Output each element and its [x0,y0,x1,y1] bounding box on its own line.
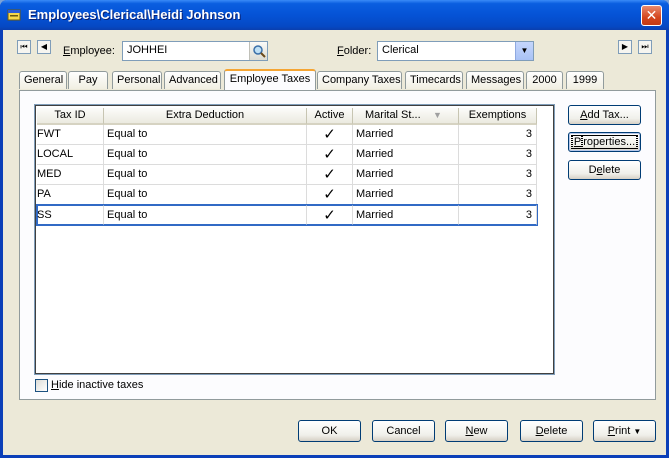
delete-tax-button[interactable]: Delete [568,160,641,180]
properties-button[interactable]: Properties... [568,132,641,152]
new-button[interactable]: New [445,420,508,442]
app-icon [7,9,21,21]
next-record-button[interactable]: ▶ [618,40,632,54]
cell-marital-status[interactable]: Married [353,205,459,225]
employee-taxes-grid[interactable]: Tax ID Extra Deduction Active Marital St… [34,104,555,375]
delete-button[interactable]: Delete [520,420,583,442]
checkmark-icon[interactable]: ✓ [307,205,353,225]
tab-timecards[interactable]: Timecards [405,71,463,89]
employee-lookup-button[interactable] [249,42,267,60]
cell-extra-deduction[interactable]: Equal to [104,165,307,185]
previous-icon: ◀ [40,42,48,51]
folder-select[interactable]: Clerical [377,41,534,61]
tab-1999[interactable]: 1999 [566,71,604,89]
cell-exemptions[interactable]: 3 [459,185,537,205]
cell-extra-deduction[interactable]: Equal to [104,205,307,225]
title-bar[interactable]: Employees\Clerical\Heidi Johnson ✕ [0,0,669,30]
checkmark-icon[interactable]: ✓ [307,165,353,185]
column-header-marital-status[interactable]: Marital St... ▼ [353,108,459,125]
tab-personal[interactable]: Personal [112,71,162,89]
cell-exemptions[interactable]: 3 [459,165,537,185]
last-record-button[interactable]: ⏭ [638,40,652,54]
employee-input[interactable]: JOHHEI [122,41,268,61]
cell-exemptions[interactable]: 3 [459,145,537,165]
tab-pay[interactable]: Pay [68,71,108,89]
print-button[interactable]: Print ▼ [593,420,656,442]
table-row-selected[interactable]: SS Equal to ✓ Married 3 [36,204,538,226]
cell-exemptions[interactable]: 3 [459,125,537,145]
cell-tax-id: FWT [37,125,104,145]
table-row[interactable]: LOCAL Equal to ✓ Married 3 [37,145,537,165]
close-button[interactable]: ✕ [641,5,662,26]
cell-extra-deduction[interactable]: Equal to [104,185,307,205]
tab-messages[interactable]: Messages [466,71,524,89]
cell-extra-deduction[interactable]: Equal to [104,125,307,145]
column-header-exemptions[interactable]: Exemptions [459,108,537,125]
table-row[interactable]: FWT Equal to ✓ Married 3 [37,125,537,145]
cell-tax-id: MED [37,165,104,185]
employee-label: Employee: [63,45,115,57]
table-row[interactable]: MED Equal to ✓ Married 3 [37,165,537,185]
checkmark-icon[interactable]: ✓ [307,185,353,205]
column-header-tax-id[interactable]: Tax ID [37,108,104,125]
magnifier-icon [253,45,266,58]
tab-2000[interactable]: 2000 [526,71,563,89]
last-icon: ⏭ [641,42,649,51]
cell-marital-status[interactable]: Married [353,145,459,165]
tab-company-taxes[interactable]: Company Taxes [317,71,402,89]
cell-tax-id: PA [37,185,104,205]
chevron-down-icon: ▼ [520,46,529,55]
checkmark-icon[interactable]: ✓ [307,125,353,145]
column-header-extra-deduction[interactable]: Extra Deduction [104,108,307,125]
tab-employee-taxes[interactable]: Employee Taxes [224,69,316,90]
table-row[interactable]: PA Equal to ✓ Married 3 [37,185,537,205]
checkmark-icon[interactable]: ✓ [307,145,353,165]
first-icon: ⏮ [20,42,28,51]
first-record-button[interactable]: ⏮ [17,40,31,54]
hide-inactive-checkbox[interactable] [35,379,48,392]
previous-record-button[interactable]: ◀ [37,40,51,54]
dropdown-arrow-icon: ▼ [633,427,642,436]
hide-inactive-label[interactable]: Hide inactive taxes [51,379,143,391]
cancel-button[interactable]: Cancel [372,420,435,442]
cell-marital-status[interactable]: Married [353,165,459,185]
sort-descending-icon: ▼ [433,110,442,120]
cell-tax-id: LOCAL [37,145,104,165]
cell-tax-id: SS [37,205,104,225]
close-icon: ✕ [645,7,658,23]
folder-label: Folder: [337,45,372,57]
cell-extra-deduction[interactable]: Equal to [104,145,307,165]
ok-button[interactable]: OK [298,420,361,442]
column-header-active[interactable]: Active [307,108,353,125]
next-icon: ▶ [621,42,629,51]
add-tax-button[interactable]: Add Tax... [568,105,641,125]
folder-dropdown-arrow[interactable]: ▼ [515,42,533,60]
tab-general[interactable]: General [19,71,67,89]
window-title: Employees\Clerical\Heidi Johnson [28,7,241,22]
cell-marital-status[interactable]: Married [353,125,459,145]
window: Employees\Clerical\Heidi Johnson ✕ ⏮ ◀ ▶… [0,0,669,458]
tab-advanced[interactable]: Advanced [164,71,221,89]
cell-marital-status[interactable]: Married [353,185,459,205]
cell-exemptions[interactable]: 3 [459,205,537,225]
